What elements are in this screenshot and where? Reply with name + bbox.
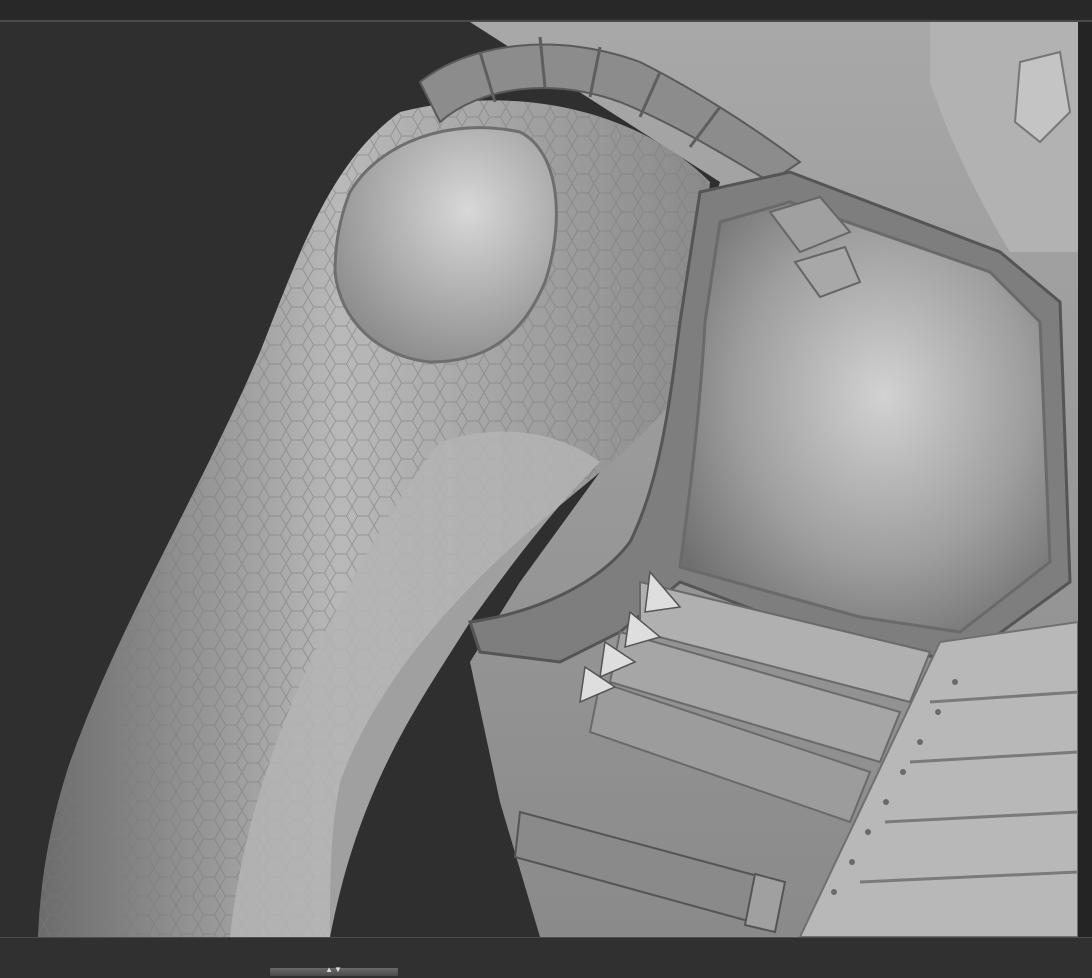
- top-toolbar-strip: [0, 0, 1092, 18]
- bottom-shelf-bar: ▲▼: [0, 937, 1092, 978]
- sculpted-model-render: [38, 22, 1078, 937]
- bottom-shelf-toggle[interactable]: ▲▼: [270, 965, 398, 976]
- sculpt-app-window: ▲▼: [0, 0, 1092, 978]
- shelf-toggle-arrows-icon: ▲▼: [325, 965, 343, 974]
- 3d-viewport[interactable]: [0, 22, 1078, 937]
- right-panel-edge: [1078, 22, 1092, 937]
